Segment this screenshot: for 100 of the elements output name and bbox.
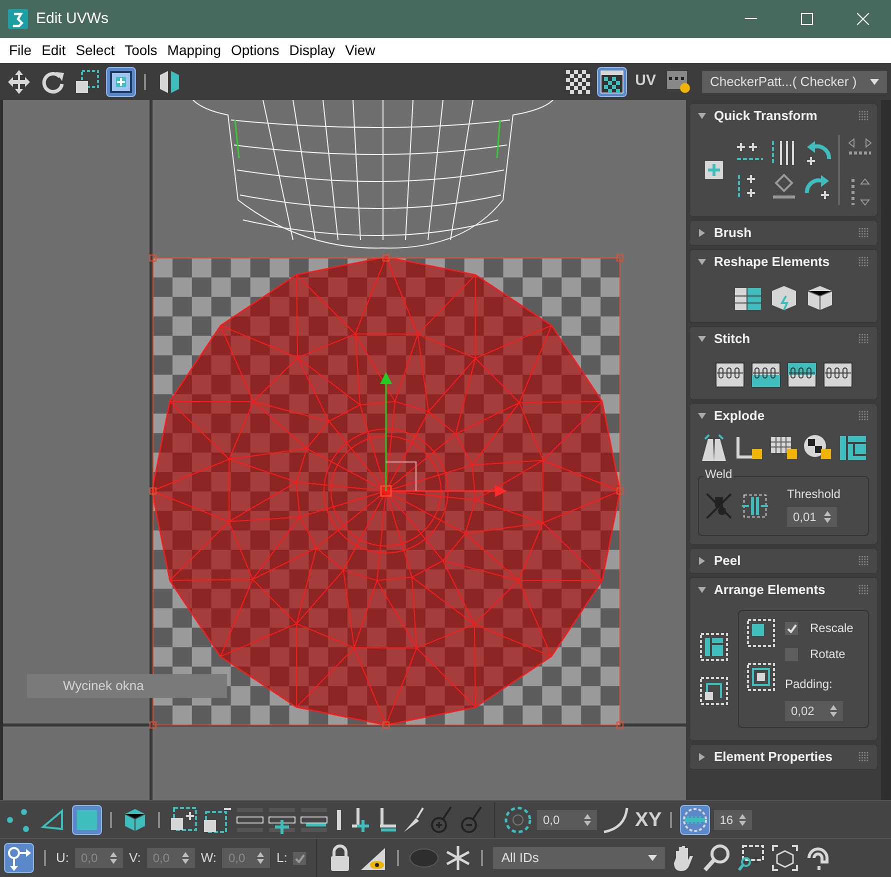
rollout-header[interactable]: Peel [690,549,877,573]
app-icon [8,9,28,29]
scale-icon [74,68,100,94]
freeform-icon [108,68,134,94]
grow-loop-icon [350,806,372,834]
zoom-extents-icon [771,844,800,872]
rollout-header[interactable]: Brush [690,221,877,245]
grip-icon [859,257,869,267]
grip-icon [859,752,869,762]
pack-rescale-icon[interactable] [698,631,730,663]
check-icon [786,624,796,632]
snap-button[interactable] [680,804,710,834]
coordinate-label: V: [129,849,141,868]
angle-spinner[interactable]: 0,0 [537,810,597,830]
texture-dropdown[interactable]: CheckerPatt...( Checker ) [702,70,887,92]
expand-arrow-icon [698,557,706,565]
coordinate-label: U: [56,849,69,868]
collapse-arrow-icon [698,412,706,420]
vertex-icon [6,806,32,832]
xy-label: XY [635,808,662,832]
hide-icon [409,847,440,869]
grip-icon [859,111,869,121]
menu-item[interactable]: Display [284,40,340,61]
spinner-arrows-icon[interactable] [830,705,837,717]
falloff-curve-icon [601,806,631,834]
rollout-header[interactable]: Explode [690,404,877,428]
collapse-arrow-icon [698,586,706,594]
checkbox[interactable] [293,852,306,864]
spinner-arrows-icon[interactable] [738,814,746,826]
grow-selection-icon [168,806,232,834]
spinner-arrows-icon[interactable] [182,852,189,864]
pack-nested-icon[interactable] [698,675,730,707]
display-tool[interactable] [597,66,628,96]
menu-item[interactable]: View [340,40,380,61]
close-icon [857,13,869,25]
cube-icon [122,806,148,832]
uv-toggle[interactable]: UV [631,70,660,93]
checker-pattern-icon [565,68,592,94]
lock-label: L: [276,849,288,868]
threshold-label: Threshold [787,486,840,503]
padding-label: Padding: [785,676,834,693]
menu-item[interactable]: Select [70,40,120,61]
spinner-arrows-icon[interactable] [584,814,591,826]
edge-icon [40,806,66,832]
grow-ring-icon [268,806,296,834]
pack-corner-icon[interactable] [745,617,777,649]
pack-centered-icon[interactable] [745,661,777,693]
transform-mode-button[interactable] [4,843,34,873]
menu-item[interactable]: Options [226,40,284,61]
spinner-arrows-icon[interactable] [824,511,831,523]
rollout-header[interactable]: Reshape Elements [690,250,877,274]
collapse-arrow-icon [698,112,706,120]
coordinate-label: W: [200,849,216,868]
spinner-arrows-icon[interactable] [257,852,264,864]
rollout-header[interactable]: Quick Transform [690,104,877,128]
grip-icon [859,228,869,238]
grip-icon [859,411,869,421]
window-title: Edit UVWs [36,8,110,29]
gear-checker-icon [666,68,692,94]
menu-item[interactable]: Edit [36,40,71,61]
rescale-label: Rescale [810,620,854,637]
zoom-icon [703,844,732,872]
shrink-ring-icon [300,806,328,834]
grip-icon [859,334,869,344]
ruler-circle-icon [682,806,708,832]
caret-icon [870,78,879,84]
collapse-arrow-icon [698,258,706,266]
tooltip: Wycinek okna [27,674,227,698]
caret-icon [648,855,658,861]
edge-ring-icon [236,806,264,834]
snowflake-icon [445,845,472,871]
expand-arrow-icon [698,229,706,237]
check-icon [294,854,305,862]
menu-item[interactable]: Mapping [162,40,226,61]
expand-arrow-icon [698,753,706,761]
weld-group-label: Weld [703,468,734,480]
scrollbar[interactable] [881,100,891,800]
zoom-region-icon [737,844,766,872]
grip-icon [859,585,869,595]
rotate-label: Rotate [810,646,846,663]
id-dropdown[interactable]: All IDs [493,847,666,869]
freeform-tool[interactable] [106,66,136,96]
snap-spinner[interactable]: 16 [714,810,752,830]
menu-item[interactable]: File [4,40,37,61]
maximize-icon [801,13,813,25]
padding-spinner[interactable]: 0,02 [785,701,843,721]
grip-icon [859,556,869,566]
spinner-arrows-icon[interactable] [110,852,117,864]
face-mode-button[interactable] [72,804,102,834]
paint-brush-icon [402,806,426,834]
collapse-arrow-icon [698,335,706,343]
rollout-header[interactable]: Arrange Elements [690,578,877,602]
rollout-header[interactable]: Element Properties [690,745,877,769]
rollout-header[interactable]: Stitch [690,327,877,351]
threshold-spinner[interactable]: 0,01 [787,507,837,527]
branch-arrows-icon [6,845,32,871]
move-icon [6,68,32,94]
checker-window-icon [599,68,626,94]
checkbox[interactable] [785,622,798,634]
menu-item[interactable]: Tools [120,40,162,61]
